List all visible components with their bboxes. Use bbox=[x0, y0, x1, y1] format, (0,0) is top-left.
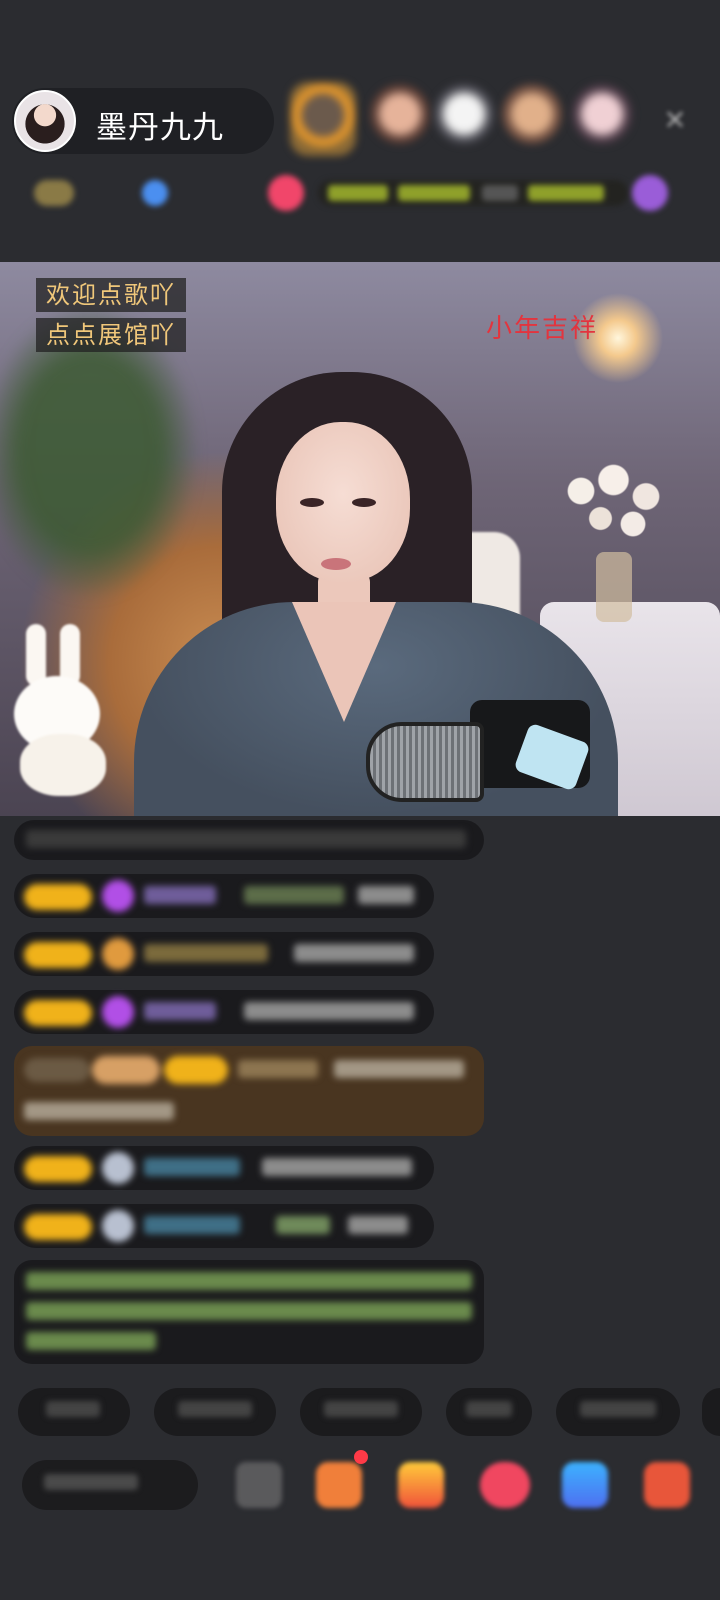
fan-club-icon[interactable] bbox=[268, 175, 304, 211]
level-icon bbox=[34, 180, 74, 206]
rank-icon bbox=[142, 180, 168, 206]
chat-message[interactable] bbox=[14, 1146, 434, 1190]
quick-reply-chip[interactable] bbox=[556, 1388, 680, 1436]
chat-message[interactable] bbox=[14, 990, 434, 1034]
viewer-avatar[interactable] bbox=[370, 84, 430, 144]
microphone bbox=[366, 722, 484, 802]
top-viewers-list[interactable] bbox=[290, 82, 690, 160]
viewer-avatar[interactable] bbox=[434, 84, 494, 144]
host-avatar[interactable] bbox=[14, 90, 76, 152]
system-notice bbox=[14, 1260, 484, 1364]
viewer-avatar[interactable] bbox=[502, 84, 562, 144]
festival-watermark: 小年吉祥 bbox=[486, 314, 599, 344]
viewer-avatar-rank1[interactable] bbox=[290, 82, 356, 156]
task-box-icon[interactable] bbox=[316, 1462, 362, 1508]
chat-message[interactable] bbox=[14, 932, 434, 976]
quick-reply-chip[interactable] bbox=[446, 1388, 532, 1436]
chat-message[interactable] bbox=[14, 820, 484, 860]
vase bbox=[596, 552, 632, 622]
welcome-sign-line2: 点点展馆吖 bbox=[36, 318, 186, 352]
gift-icon[interactable] bbox=[398, 1462, 444, 1508]
bunny-lamp bbox=[14, 624, 106, 804]
streamer-neckline bbox=[292, 602, 396, 722]
live-info-bar[interactable] bbox=[12, 170, 688, 216]
streamer-eye bbox=[352, 498, 376, 507]
viewer-avatar[interactable] bbox=[572, 84, 632, 144]
chat-message[interactable] bbox=[14, 1204, 434, 1248]
streamer-lips bbox=[321, 558, 351, 570]
lucky-bag-icon[interactable] bbox=[480, 1462, 530, 1508]
quick-reply-chip[interactable] bbox=[18, 1388, 130, 1436]
live-video[interactable]: 欢迎点歌吖 点点展馆吖 小年吉祥 bbox=[0, 262, 720, 816]
streamer-eye bbox=[300, 498, 324, 507]
game-icon[interactable] bbox=[562, 1462, 608, 1508]
notification-dot bbox=[354, 1450, 368, 1464]
chat-message[interactable] bbox=[14, 874, 434, 918]
quick-reply-chip[interactable] bbox=[300, 1388, 422, 1436]
activity-banner[interactable] bbox=[318, 180, 628, 206]
gift-icon[interactable] bbox=[632, 175, 668, 211]
quick-reply-chip[interactable] bbox=[702, 1388, 720, 1436]
comment-input[interactable] bbox=[22, 1460, 198, 1510]
chat-message-highlighted[interactable] bbox=[14, 1046, 484, 1136]
close-icon[interactable]: × bbox=[660, 104, 690, 134]
host-info-pill[interactable]: 墨丹九九 bbox=[12, 88, 274, 154]
welcome-sign-line1: 欢迎点歌吖 bbox=[36, 278, 186, 312]
more-icon[interactable] bbox=[644, 1462, 690, 1508]
host-name: 墨丹九九 bbox=[96, 110, 224, 146]
emoji-icon[interactable] bbox=[236, 1462, 282, 1508]
flowers bbox=[555, 447, 685, 557]
quick-reply-chip[interactable] bbox=[154, 1388, 276, 1436]
